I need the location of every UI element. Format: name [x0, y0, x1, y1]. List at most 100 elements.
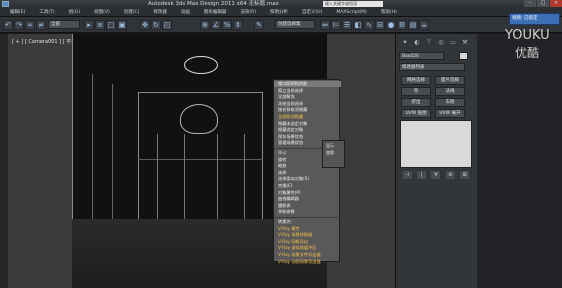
rotate-icon[interactable]: ↻	[151, 20, 161, 30]
curve-editor-icon[interactable]: ∿	[364, 20, 374, 30]
menu-create[interactable]: 创建(C)	[124, 9, 140, 15]
quad-menu-item[interactable]: 选择类似对象(S)	[278, 176, 309, 182]
display-tab-icon[interactable]: ▭	[448, 38, 458, 48]
quad-menu-item[interactable]: 冻结当前选择	[278, 101, 303, 107]
quad-menu-item[interactable]: 旋转	[278, 157, 286, 163]
modifier-list-dropdown[interactable]: 修改器列表	[399, 63, 465, 71]
selection-filter-dropdown[interactable]: 全部	[48, 20, 80, 29]
material-editor-icon[interactable]: ●	[386, 20, 396, 30]
menu-maxscript[interactable]: MAXScript(M)	[336, 10, 367, 15]
modifier-stack-list[interactable]	[400, 120, 472, 168]
graphite-icon[interactable]: ◧	[353, 20, 363, 30]
normal-button[interactable]: 法线	[435, 87, 465, 96]
show-end-result-icon[interactable]: |	[417, 171, 427, 179]
hierarchy-tab-icon[interactable]: ⊤	[424, 38, 434, 48]
quad-menu-item[interactable]: 选择	[278, 170, 286, 176]
configure-sets-icon[interactable]: ⊞	[460, 171, 470, 179]
object-color-swatch[interactable]	[459, 52, 468, 60]
quad-menu-item[interactable]: V-Ray 场景转换器	[278, 232, 312, 238]
spinner-snap-icon[interactable]: ⇕	[233, 20, 243, 30]
extrude-button[interactable]: 挤出	[401, 98, 431, 107]
quad-side-transform[interactable]: 变换	[326, 150, 334, 156]
object-name-field[interactable]: Box026	[399, 52, 444, 60]
menu-views[interactable]: 视图(V)	[94, 9, 110, 15]
modify-tab-icon[interactable]: ◐	[412, 38, 422, 48]
render-setup-icon[interactable]: ⚙	[397, 20, 407, 30]
maximize-button[interactable]: □	[537, 0, 549, 7]
quad-menu-item[interactable]: 全部取消隐藏	[278, 114, 303, 120]
quad-menu-item[interactable]: 全部解冻	[278, 94, 295, 100]
menu-customize[interactable]: 自定义(U)	[302, 9, 322, 15]
link-icon[interactable]: ∞	[25, 20, 35, 30]
quad-menu-item[interactable]: V-Ray 属性	[278, 226, 300, 232]
quad-menu-item[interactable]: V-Ray 网格导出	[278, 239, 308, 245]
menu-animation[interactable]: 动画	[181, 9, 190, 15]
menu-graph-editors[interactable]: 图形编辑器	[204, 9, 227, 15]
percent-snap-icon[interactable]: %	[222, 20, 232, 30]
modifier-stack-toolbar: ⊣ | ∀ ⊘ ⊞	[400, 171, 472, 180]
make-unique-icon[interactable]: ∀	[431, 171, 441, 179]
unwrap-uvw-button[interactable]: UVW 展开	[435, 109, 465, 118]
close-button[interactable]: ✕	[550, 0, 562, 7]
uvw-map-button[interactable]: UVW 贴图	[401, 109, 431, 118]
pin-stack-icon[interactable]: ⊣	[402, 171, 412, 179]
quad-menu-item[interactable]: 克隆(C)	[278, 183, 293, 189]
quad-menu-item[interactable]: 保存场景状态	[278, 134, 303, 140]
move-icon[interactable]: ✥	[140, 20, 150, 30]
render-icon[interactable]: ☕	[419, 20, 429, 30]
quad-menu-item[interactable]: 管理场景状态	[278, 140, 303, 146]
menu-lighting-analysis[interactable]: 照明分析	[270, 9, 288, 15]
quad-menu-item[interactable]: 关联参数	[278, 209, 295, 215]
mirror-icon[interactable]: ⇔	[320, 20, 330, 30]
quad-menu-item[interactable]: V-Ray 场景文件导出器	[278, 252, 321, 258]
remove-modifier-icon[interactable]: ⊘	[445, 171, 455, 179]
title-bar: Autodesk 3ds Max Design 2011 x64 无标题.max…	[0, 0, 562, 8]
menu-modifiers[interactable]: 修改器	[153, 9, 167, 15]
mesh-select-button[interactable]: 网格选择	[401, 76, 431, 85]
minimize-button[interactable]: –	[524, 0, 536, 7]
create-tab-icon[interactable]: ✦	[400, 38, 410, 48]
quad-side-display[interactable]: 显示	[326, 143, 334, 149]
edit-named-selection-icon[interactable]: ✎	[254, 20, 264, 30]
quad-menu-item[interactable]: 曲线编辑器	[278, 196, 299, 202]
app-menu-icon[interactable]	[2, 1, 9, 7]
menu-group[interactable]: 组(G)	[69, 9, 81, 15]
menu-tools[interactable]: 工具(T)	[39, 9, 54, 15]
quad-menu-item[interactable]: 隐藏未选定对象	[278, 121, 307, 127]
menu-rendering[interactable]: 渲染(R)	[240, 9, 256, 15]
quad-menu-item[interactable]: 摄影表	[278, 203, 291, 209]
quad-menu-item[interactable]: 缩放	[278, 163, 286, 169]
redo-icon[interactable]: ↷	[14, 20, 24, 30]
quad-menu-item[interactable]: 视口照明和阴影	[278, 81, 307, 87]
select-region-icon[interactable]: □	[106, 20, 116, 30]
select-by-name-icon[interactable]: ≡	[95, 20, 105, 30]
quad-menu-item[interactable]: 按名称取消隐藏	[278, 107, 307, 113]
angle-snap-icon[interactable]: ∠	[211, 20, 221, 30]
quad-menu-item[interactable]: 隐藏选定对象	[278, 127, 303, 133]
menu-help[interactable]: 帮助(H)	[381, 9, 397, 15]
layer-icon[interactable]: ☰	[342, 20, 352, 30]
utilities-tab-icon[interactable]: ⚒	[460, 38, 470, 48]
rendered-frame-icon[interactable]: ▤	[408, 20, 418, 30]
shell-button[interactable]: 壳	[401, 87, 431, 96]
quad-menu-item[interactable]: V-Ray 虚拟帧缓冲区	[278, 245, 316, 251]
lathe-button[interactable]: 车削	[435, 98, 465, 107]
snap-icon[interactable]: ⊕	[200, 20, 210, 30]
align-icon[interactable]: ⊨	[331, 20, 341, 30]
quad-menu-item[interactable]: 转换为:	[278, 219, 292, 225]
named-selection-set-field[interactable]: 创建选择集	[275, 20, 315, 29]
menu-edit[interactable]: 编辑(E)	[10, 9, 25, 15]
quad-menu-item[interactable]: V-Ray 动画场景导出器	[278, 259, 321, 265]
quad-menu-item[interactable]: 孤立当前选择	[278, 88, 303, 94]
window-crossing-icon[interactable]: ▣	[117, 20, 127, 30]
schematic-icon[interactable]: ⊟	[375, 20, 385, 30]
select-icon[interactable]: ▸	[84, 20, 94, 30]
help-search-input[interactable]: 键入关键字或短语	[323, 1, 383, 7]
quad-menu-item[interactable]: 对象属性(P)	[278, 190, 301, 196]
quad-menu-item[interactable]: 移动	[278, 150, 286, 156]
patch-select-button[interactable]: 面片选择	[435, 76, 465, 85]
motion-tab-icon[interactable]: ◎	[436, 38, 446, 48]
scale-icon[interactable]: ◰	[162, 20, 172, 30]
undo-icon[interactable]: ↶	[3, 20, 13, 30]
unlink-icon[interactable]: ≠	[36, 20, 46, 30]
